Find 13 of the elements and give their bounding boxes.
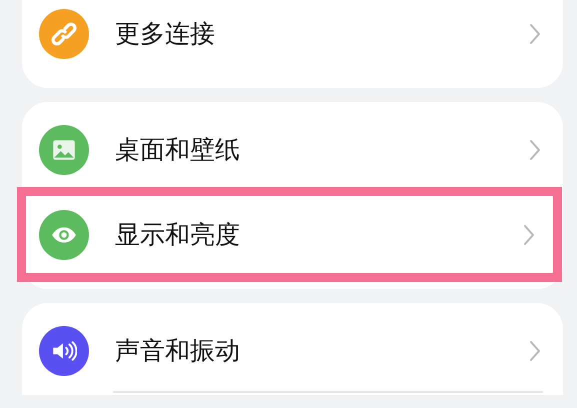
settings-item[interactable]: 声音和振动 <box>22 308 563 393</box>
settings-item[interactable]: 显示和亮度 <box>22 192 557 277</box>
item-label: 显示和亮度 <box>115 220 241 250</box>
chevron-icon <box>523 224 535 246</box>
chevron-icon <box>529 138 541 160</box>
settings-item[interactable]: 桌面和壁纸 <box>22 107 563 192</box>
link-icon <box>51 20 77 46</box>
item-label: 更多连接 <box>115 18 216 48</box>
chevron-icon <box>529 22 541 44</box>
item-label: 声音和振动 <box>115 336 241 366</box>
item-label: 桌面和壁纸 <box>115 134 241 164</box>
chevron-icon <box>529 340 541 362</box>
settings-item[interactable]: 更多连接 <box>22 0 563 76</box>
